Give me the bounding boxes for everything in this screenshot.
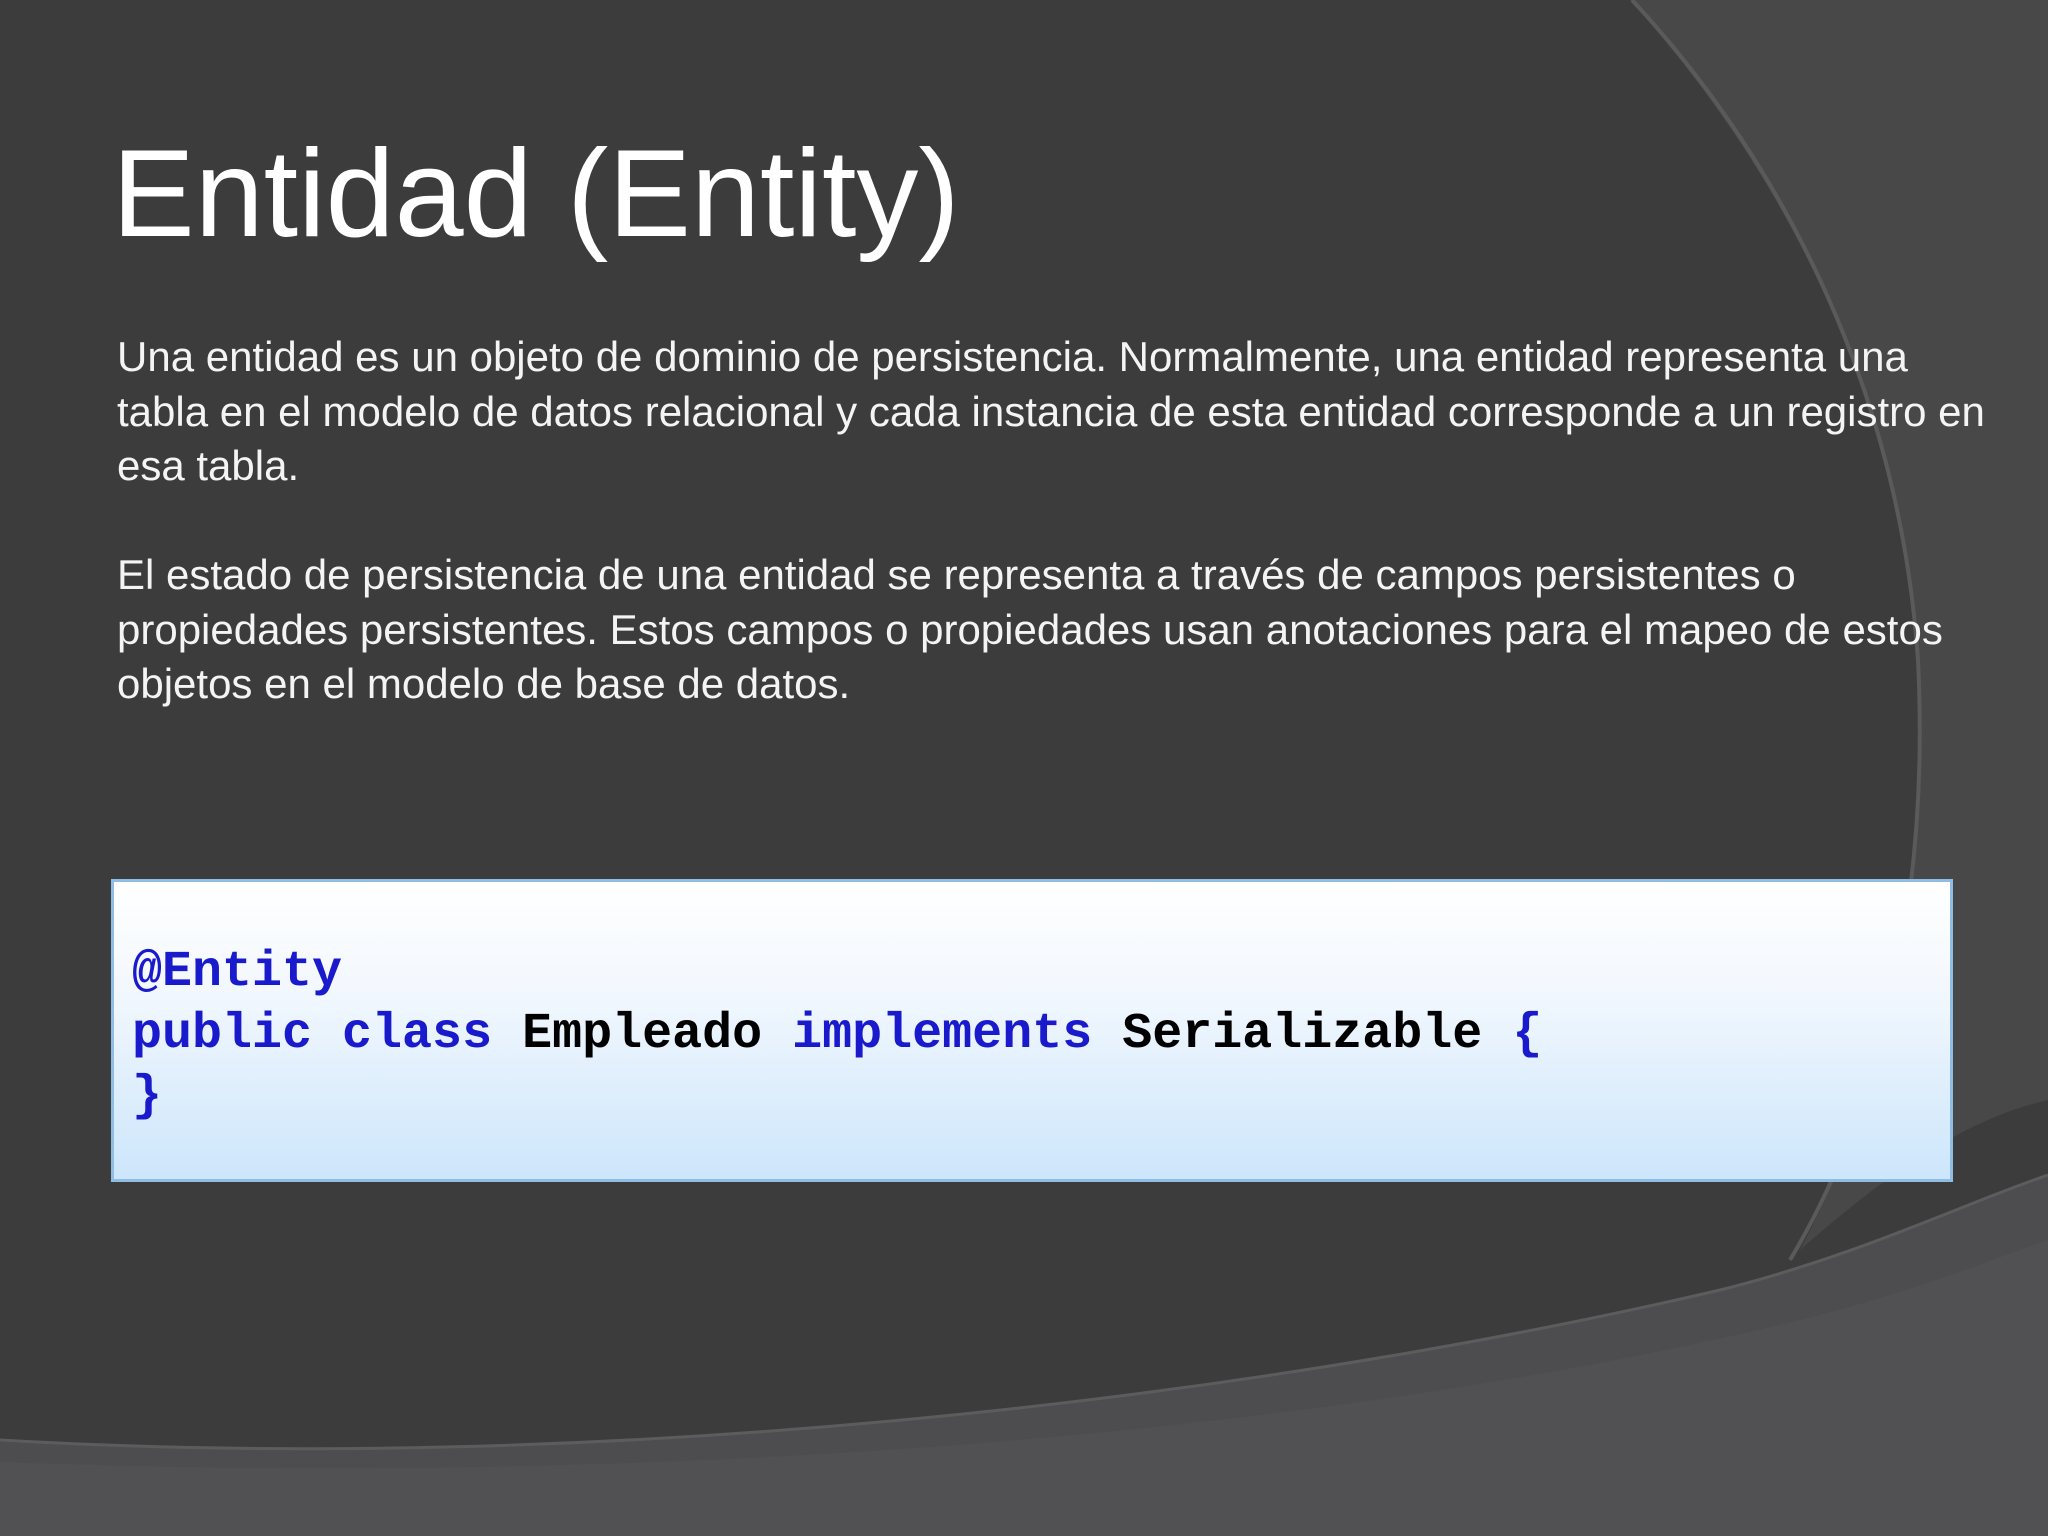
paragraph-definition: Una entidad es un objeto de dominio de p…: [117, 333, 1985, 489]
slide-title: Entidad (Entity): [112, 125, 960, 263]
code-snippet: @Entity public class Empleado implements…: [132, 942, 1542, 1128]
slide: Entidad (Entity) Una entidad es un objet…: [0, 0, 2048, 1536]
code-interface-name: Serializable: [1122, 1006, 1483, 1063]
code-open-brace: {: [1512, 1006, 1543, 1063]
code-keyword-implements: implements: [792, 1006, 1093, 1063]
code-keyword-public: public: [132, 1006, 313, 1063]
code-snippet-box: @Entity public class Empleado implements…: [111, 879, 1953, 1182]
code-annotation: @Entity: [132, 944, 343, 1001]
paragraph-persistence-state: El estado de persistencia de una entidad…: [117, 551, 1943, 707]
code-class-name: Empleado: [522, 1006, 763, 1063]
body-text: Una entidad es un objeto de dominio de p…: [117, 330, 1997, 712]
code-close-brace: }: [132, 1068, 163, 1125]
code-keyword-class: class: [342, 1006, 493, 1063]
